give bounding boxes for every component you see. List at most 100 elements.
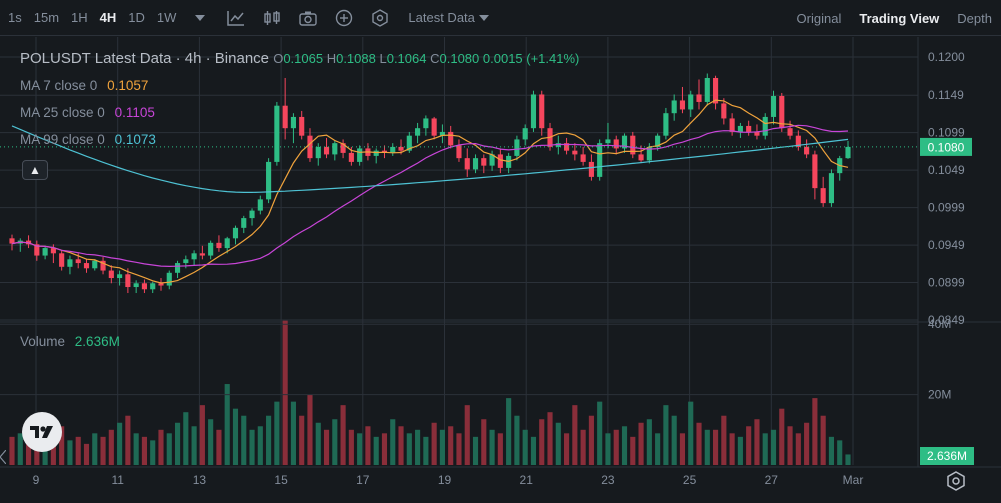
volume-bar — [547, 412, 553, 465]
interval-1d[interactable]: 1D — [122, 0, 151, 36]
volume-bar — [588, 415, 594, 465]
close-label: C — [430, 51, 440, 66]
volume-bar — [108, 429, 114, 465]
candle-body — [580, 154, 586, 162]
volume-bar — [671, 415, 677, 465]
candle-body — [59, 253, 65, 267]
volume-bar — [257, 426, 263, 465]
candle-body — [804, 146, 810, 155]
volume-bar — [655, 433, 661, 465]
volume-label: Volume — [20, 334, 66, 349]
date-tick-label: 9 — [33, 473, 40, 487]
date-tick-label: 17 — [356, 473, 370, 487]
change-value: 0.0015 (+1.41%) — [482, 51, 580, 66]
volume-bar — [646, 419, 652, 465]
candle-body — [588, 161, 594, 177]
volume-bar — [704, 429, 710, 465]
view-original[interactable]: Original — [788, 11, 851, 26]
close-value: 0.1080 — [439, 51, 480, 66]
volume-bar — [249, 429, 255, 465]
ma25-label: MA 25 close 0 — [20, 105, 105, 120]
candle-body — [572, 150, 578, 155]
tradingview-logo-icon — [22, 412, 62, 452]
candle-body — [597, 143, 603, 177]
price-type-select[interactable]: Latest Data — [408, 10, 489, 25]
ma7-line — [11, 99, 849, 284]
more-intervals-chevron-icon[interactable] — [190, 8, 210, 28]
interval-4h[interactable]: 4H — [94, 0, 123, 36]
candle-body — [199, 253, 205, 256]
candle-body — [290, 116, 296, 129]
candle-body — [729, 118, 735, 132]
volume-bar — [282, 320, 288, 465]
candle-body — [398, 146, 404, 151]
candle-body — [481, 158, 487, 166]
candle-body — [232, 227, 239, 239]
view-depth[interactable]: Depth — [948, 11, 1001, 26]
chart-settings-icon[interactable] — [945, 470, 967, 497]
ma25-value: 0.1105 — [114, 105, 155, 120]
volume-bar — [158, 429, 164, 465]
volume-bar — [630, 436, 636, 465]
ma7-legend[interactable]: MA 7 close 0 0.1057 — [20, 78, 148, 93]
add-indicator-icon[interactable] — [334, 8, 354, 28]
candle-body — [249, 210, 255, 219]
volume-bar — [75, 436, 81, 465]
volume-bar — [224, 384, 230, 465]
volume-bar — [216, 429, 222, 465]
volume-bar — [208, 419, 214, 465]
candle-body — [83, 263, 90, 269]
camera-icon[interactable] — [298, 8, 318, 28]
view-trading-view[interactable]: Trading View — [850, 11, 948, 26]
volume-bar — [117, 422, 123, 465]
candle-body — [373, 150, 379, 156]
volume-bar — [381, 433, 388, 465]
volume-bar — [721, 415, 727, 465]
ma25-legend[interactable]: MA 25 close 0 0.1105 — [20, 105, 155, 120]
volume-bar — [191, 426, 197, 465]
volume-bar — [415, 429, 421, 465]
candle-body — [42, 248, 48, 256]
open-label: O — [273, 51, 284, 66]
candle-body — [464, 158, 470, 170]
volume-bar — [497, 433, 503, 465]
date-tick-label: 21 — [520, 473, 534, 487]
volume-bar — [770, 429, 777, 465]
candle-body — [448, 131, 454, 146]
volume-bar — [555, 422, 561, 465]
candle-body — [257, 199, 263, 211]
volume-bar — [92, 433, 98, 465]
low-label: L — [379, 51, 387, 66]
collapse-legend-button[interactable]: ▲ — [22, 160, 48, 180]
interval-1h[interactable]: 1H — [65, 0, 94, 36]
high-value: 0.1088 — [336, 51, 376, 66]
current-price-label: 0.1080 — [928, 140, 965, 154]
candle-body — [50, 248, 56, 254]
scroll-left-icon[interactable] — [0, 449, 8, 466]
interval-15m[interactable]: 15m — [28, 0, 65, 36]
candle-body — [208, 242, 214, 256]
candle-type-icon[interactable] — [262, 8, 282, 28]
date-tick-label: Mar — [843, 473, 864, 487]
interval-1s[interactable]: 1s — [2, 0, 28, 36]
volume-bar — [464, 405, 470, 465]
volume-bar — [812, 398, 818, 465]
date-tick-label: 27 — [765, 473, 779, 487]
settings-hex-icon[interactable] — [370, 8, 390, 28]
price-tick-label: 0.1200 — [928, 50, 965, 64]
volume-bar — [100, 436, 106, 465]
candle-body — [117, 274, 123, 279]
volume-bar — [183, 412, 189, 465]
ma99-legend[interactable]: MA 99 close 0 0.1073 — [20, 132, 156, 147]
volume-bar — [572, 405, 578, 465]
volume-bar — [605, 433, 611, 465]
candle-body — [191, 253, 197, 260]
volume-bar — [406, 433, 412, 465]
indicator-chart-icon[interactable] — [226, 8, 246, 28]
candle-body — [323, 146, 330, 155]
volume-bar — [489, 429, 495, 465]
symbol-title: POLUSDT Latest Data · 4h · Binance — [20, 50, 270, 67]
interval-1w[interactable]: 1W — [151, 0, 183, 36]
volume-bar — [83, 443, 90, 465]
volume-bar — [448, 426, 454, 465]
